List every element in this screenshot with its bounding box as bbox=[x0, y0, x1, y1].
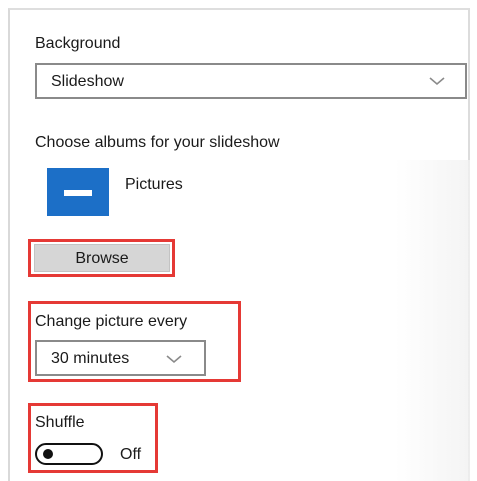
change-picture-label: Change picture every bbox=[35, 313, 188, 330]
folder-icon-bar bbox=[64, 190, 92, 196]
background-dropdown-value: Slideshow bbox=[51, 73, 124, 90]
change-picture-dropdown-value: 30 minutes bbox=[51, 350, 130, 367]
background-label: Background bbox=[35, 35, 121, 52]
albums-label: Choose albums for your slideshow bbox=[35, 134, 280, 151]
browse-button-label: Browse bbox=[75, 250, 129, 267]
shuffle-toggle[interactable] bbox=[35, 443, 103, 465]
chevron-down-icon bbox=[166, 355, 182, 364]
change-picture-dropdown[interactable]: 30 minutes bbox=[35, 340, 206, 376]
panel-shadow bbox=[395, 160, 470, 481]
chevron-down-icon bbox=[429, 77, 445, 86]
shuffle-state: Off bbox=[120, 446, 142, 463]
toggle-knob bbox=[43, 449, 53, 459]
browse-button[interactable]: Browse bbox=[34, 244, 170, 272]
background-dropdown[interactable]: Slideshow bbox=[35, 63, 467, 99]
folder-icon[interactable] bbox=[47, 168, 109, 216]
album-name: Pictures bbox=[125, 176, 183, 193]
shuffle-label: Shuffle bbox=[35, 414, 85, 431]
